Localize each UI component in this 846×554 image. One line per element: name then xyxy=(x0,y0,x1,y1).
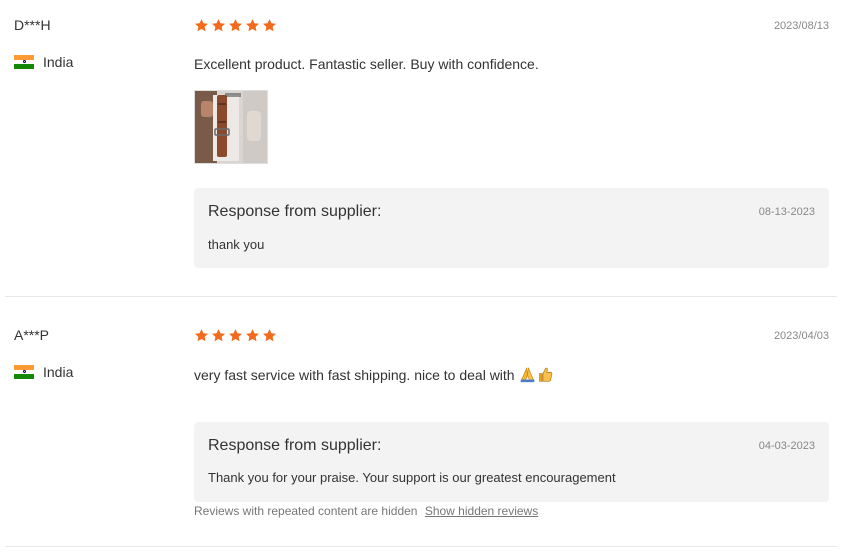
review-photo-thumbnail[interactable] xyxy=(194,90,268,164)
review-content: very fast service with fast shipping. ni… xyxy=(194,366,554,383)
buyer-country: India xyxy=(14,54,73,70)
review-item: D***H India 2023/08/13 Excellent product… xyxy=(0,0,846,297)
star-icon xyxy=(262,18,277,33)
response-title: Response from supplier: xyxy=(208,437,382,454)
country-label: India xyxy=(43,364,74,380)
buyer-country: India xyxy=(14,364,73,380)
star-icon xyxy=(211,18,226,33)
show-hidden-reviews-link[interactable]: Show hidden reviews xyxy=(425,504,538,518)
response-date: 04-03-2023 xyxy=(758,440,815,452)
star-rating xyxy=(194,18,277,33)
review-date: 2023/08/13 xyxy=(773,20,829,32)
buyer-name: D***H xyxy=(14,17,51,33)
thumbs-up-icon xyxy=(537,366,554,383)
supplier-response: Response from supplier: 08-13-2023 thank… xyxy=(194,188,829,268)
india-flag-icon xyxy=(14,365,34,379)
india-flag-icon xyxy=(14,55,34,69)
response-title: Response from supplier: xyxy=(208,203,382,220)
response-date: 08-13-2023 xyxy=(758,206,815,218)
hidden-reviews-text: Reviews with repeated content are hidden xyxy=(194,504,418,518)
country-label: India xyxy=(43,54,74,70)
star-icon xyxy=(194,328,209,343)
response-text: Thank you for your praise. Your support … xyxy=(208,470,616,485)
star-icon xyxy=(245,328,260,343)
star-icon xyxy=(262,328,277,343)
review-date: 2023/04/03 xyxy=(773,330,829,342)
watch-strap-photo xyxy=(195,91,267,163)
folded-hands-icon xyxy=(519,366,536,383)
review-divider xyxy=(5,546,837,547)
star-icon xyxy=(245,18,260,33)
star-icon xyxy=(228,18,243,33)
review-divider xyxy=(5,296,837,297)
hidden-reviews-notice: Reviews with repeated content are hidden… xyxy=(194,504,538,518)
review-content: Excellent product. Fantastic seller. Buy… xyxy=(194,56,539,72)
star-icon xyxy=(228,328,243,343)
supplier-response: Response from supplier: 04-03-2023 Thank… xyxy=(194,422,829,502)
response-text: thank you xyxy=(208,237,265,252)
review-content-text: very fast service with fast shipping. ni… xyxy=(194,367,515,383)
buyer-name: A***P xyxy=(14,327,50,343)
star-icon xyxy=(211,328,226,343)
star-rating xyxy=(194,328,277,343)
star-icon xyxy=(194,18,209,33)
